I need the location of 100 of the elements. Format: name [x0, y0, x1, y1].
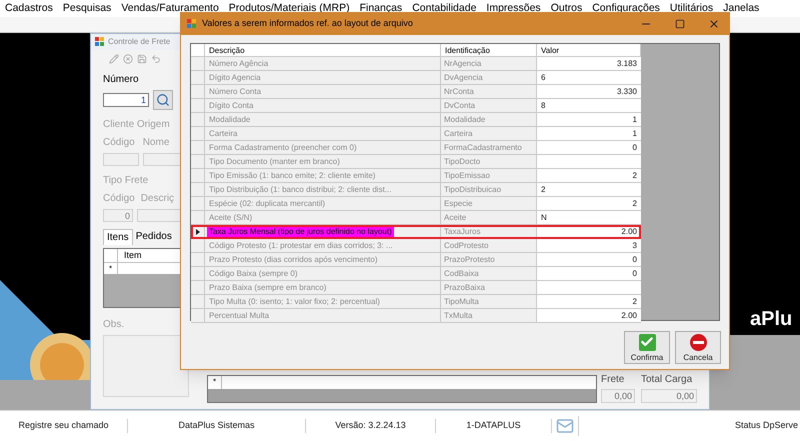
value-cell[interactable]: [537, 155, 641, 168]
description-cell-text: Número Agência: [208, 58, 270, 69]
value-cell[interactable]: 2: [537, 197, 641, 210]
column-header: Item: [123, 249, 142, 262]
confirm-button[interactable]: Confirma: [624, 331, 670, 364]
menu-item[interactable]: Outros: [550, 0, 582, 16]
description-cell-text: Prazo Baixa (sempre em branco): [208, 282, 328, 293]
identification-cell: TipoMulta: [441, 295, 537, 308]
status-text: 1-DATAPLUS: [436, 419, 552, 433]
tab[interactable]: Itens: [103, 229, 133, 245]
check-icon: [638, 334, 656, 350]
app-icon: [187, 19, 197, 29]
description-cell-text: Dígito Conta: [208, 100, 254, 111]
status-text: DataPlus Sistemas: [128, 419, 306, 433]
description-cell-text: Número Conta: [208, 86, 262, 97]
value-cell[interactable]: 1: [537, 127, 641, 140]
description-cell-text: Modalidade: [208, 114, 252, 125]
description-field[interactable]: [137, 209, 183, 222]
field-label: Descriç: [140, 192, 174, 206]
identification-cell: NrConta: [441, 85, 537, 98]
no-entry-icon: [690, 334, 706, 350]
value-cell[interactable]: 6: [537, 71, 641, 84]
menu-item[interactable]: Cadastros: [5, 0, 53, 16]
obs-field[interactable]: [103, 335, 189, 397]
field-label: Código: [103, 192, 135, 206]
value-cell[interactable]: 2: [537, 169, 641, 182]
app-icon: [95, 37, 105, 47]
description-cell-text: Dígito Agencia: [208, 72, 262, 83]
description-cell-text: Código Baixa (sempre 0): [208, 268, 298, 279]
value-cell[interactable]: 0: [537, 253, 641, 266]
description-cell-text: Prazo Protesto (dias corridos após vencimento): [208, 254, 379, 265]
total-label: Frete: [601, 373, 626, 387]
identification-cell: TipoDistribuicao: [441, 183, 537, 196]
value-cell[interactable]: 0: [537, 141, 641, 154]
menu-item[interactable]: Utilitários: [670, 0, 714, 16]
current-row-icon: [196, 228, 200, 234]
description-cell-text: Tipo Distribuição (1: banco distribui; 2: cliente dist...: [208, 184, 392, 195]
close-icon[interactable]: [708, 18, 720, 30]
value-cell[interactable]: 8: [537, 99, 641, 112]
menu-item[interactable]: Janelas: [723, 0, 760, 16]
identification-cell: Aceite: [441, 211, 537, 224]
save-icon[interactable]: [137, 54, 147, 64]
value-cell[interactable]: 2: [537, 183, 641, 196]
identification-cell: PrazoProtesto: [441, 253, 537, 266]
identification-cell: TxMulta: [441, 309, 537, 322]
menu-item[interactable]: Configurações: [592, 0, 660, 16]
mail-icon[interactable]: [556, 417, 574, 435]
group-title: Cliente Origem: [103, 118, 171, 132]
description-cell-text: Forma Cadastramento (preencher com 0): [208, 142, 358, 153]
value-cell[interactable]: N: [537, 211, 641, 224]
total-label: Total Carga: [641, 373, 694, 387]
menu-item[interactable]: Produtos/Materiais (MRP): [228, 0, 350, 16]
field-label: Código: [103, 136, 135, 150]
column-header[interactable]: Valor: [537, 44, 641, 56]
search-button[interactable]: [153, 90, 173, 110]
total-field[interactable]: 0,00: [601, 389, 635, 403]
menu-item[interactable]: Impressões: [486, 0, 541, 16]
value-cell[interactable]: 3.183: [537, 57, 641, 70]
field-label: Número: [103, 73, 140, 87]
name-field[interactable]: [143, 153, 183, 166]
identification-cell: FormaCadastramento: [441, 141, 537, 154]
value-cell[interactable]: 2.00: [537, 309, 641, 322]
menu-item[interactable]: Vendas/Faturamento: [121, 0, 219, 16]
description-cell-text: Tipo Emissão (1: banco emite; 2: cliente emite): [208, 170, 376, 181]
menu-item[interactable]: Finanças: [360, 0, 402, 16]
undo-icon[interactable]: [151, 54, 161, 64]
identification-cell: DvConta: [441, 99, 537, 112]
logo-text: aPlu: [750, 309, 794, 329]
cancel-icon[interactable]: [123, 54, 133, 64]
description-cell-text: Carteira: [208, 128, 238, 139]
window-title: Controle de Frete: [108, 36, 170, 48]
code-field[interactable]: [103, 153, 139, 166]
value-cell[interactable]: 0: [537, 267, 641, 280]
edit-icon[interactable]: [109, 54, 119, 64]
description-cell-text: Espécie (02: duplicata mercantil): [208, 198, 326, 209]
column-header[interactable]: Descrição: [205, 44, 441, 56]
value-cell[interactable]: 2: [537, 295, 641, 308]
description-cell-text: Tipo Multa (0: isento; 1: valor fixo; 2: percentual): [208, 296, 381, 307]
tab[interactable]: Pedidos: [132, 229, 175, 245]
identification-cell: PrazoBaixa: [441, 281, 537, 294]
value-cell[interactable]: 3: [537, 239, 641, 252]
number-field[interactable]: 1: [103, 93, 149, 107]
identification-cell: Especie: [441, 197, 537, 210]
value-cell[interactable]: 2.00: [537, 225, 641, 238]
identification-cell: TipoEmissao: [441, 169, 537, 182]
status-text[interactable]: Registre seu chamado: [0, 419, 128, 433]
column-header[interactable]: Identificação: [441, 44, 537, 56]
cancel-button[interactable]: Cancela: [675, 331, 721, 364]
identification-cell: Carteira: [441, 127, 537, 140]
menu-item[interactable]: Pesquisas: [62, 0, 112, 16]
value-cell[interactable]: [537, 281, 641, 294]
identification-cell: CodProtesto: [441, 239, 537, 252]
field-label: Nome: [142, 136, 170, 150]
menu-item[interactable]: Contabilidade: [412, 0, 476, 16]
value-cell[interactable]: 3.330: [537, 85, 641, 98]
total-field[interactable]: 0,00: [641, 389, 697, 403]
maximize-icon[interactable]: [675, 19, 685, 29]
identification-cell: CodBaixa: [441, 267, 537, 280]
value-cell[interactable]: 1: [537, 113, 641, 126]
status-text: Status DpServe: [734, 419, 799, 432]
